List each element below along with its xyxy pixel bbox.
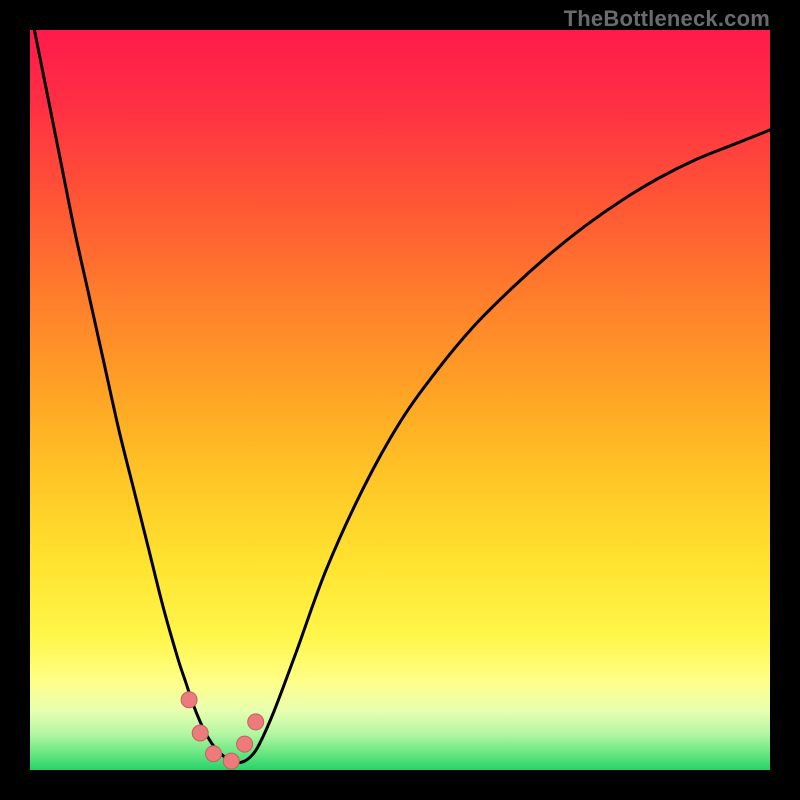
highlight-marker (206, 746, 222, 762)
watermark-text: TheBottleneck.com (564, 6, 770, 32)
highlight-marker (192, 725, 208, 741)
highlight-marker (181, 692, 197, 708)
highlight-marker (223, 753, 239, 769)
highlight-marker (248, 714, 264, 730)
plot-area (30, 30, 770, 770)
chart-frame: TheBottleneck.com (0, 0, 800, 800)
bottleneck-curve (30, 30, 770, 763)
curve-layer (30, 30, 770, 770)
highlight-marker (237, 736, 253, 752)
